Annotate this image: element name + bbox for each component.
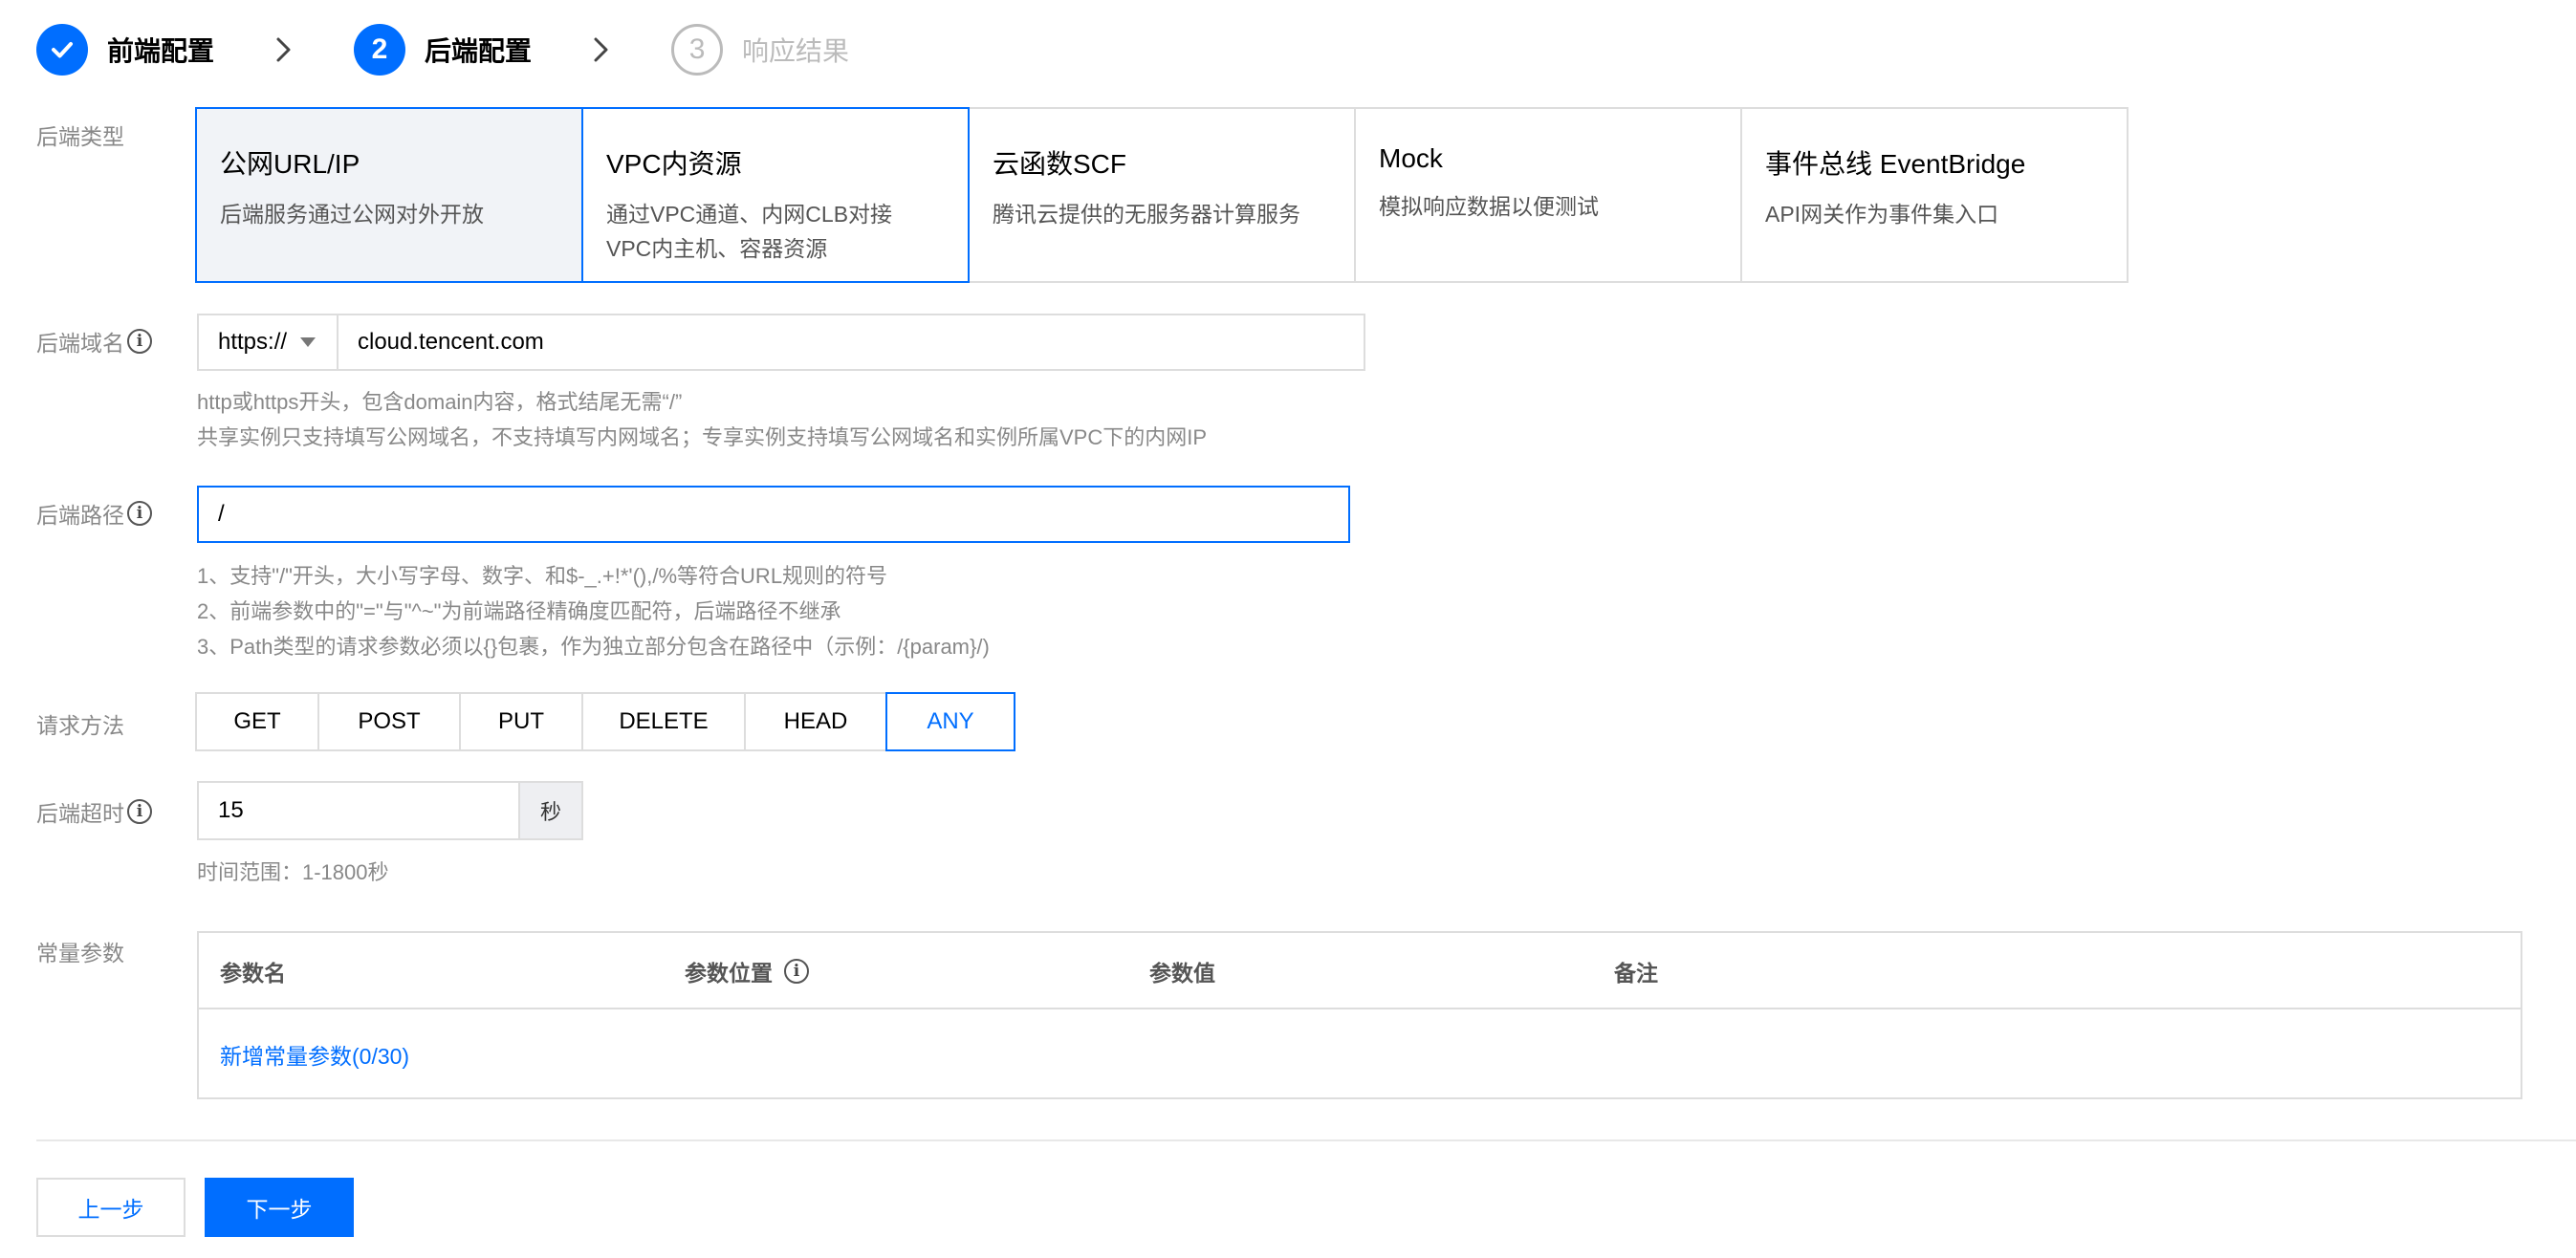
domain-hint-line1: http或https开头，包含domain内容，格式结尾无需“/” — [197, 390, 683, 414]
backend-type-label-text: 后端类型 — [36, 124, 124, 149]
backend-type-label: 后端类型 — [36, 119, 124, 151]
backend-path-label: 后端路径 i — [36, 497, 152, 530]
step-backend-config: 2 后端配置 — [354, 24, 532, 76]
method-put-button[interactable]: PUT — [459, 692, 583, 751]
timeout-input[interactable] — [197, 781, 520, 840]
path-input[interactable] — [197, 486, 1350, 543]
domain-hint: http或https开头，包含domain内容，格式结尾无需“/” 共享实例只支… — [197, 384, 1207, 455]
option-desc: 通过VPC通道、内网CLB对接 VPC内主机、容器资源 — [606, 202, 893, 261]
next-step-button[interactable]: 下一步 — [205, 1178, 354, 1237]
backend-type-option-eventbridge[interactable]: 事件总线 EventBridge API网关作为事件集入口 — [1740, 107, 2128, 283]
method-get-button[interactable]: GET — [195, 692, 319, 751]
domain-input[interactable] — [338, 315, 1364, 369]
column-header-position-text: 参数位置 — [685, 961, 773, 986]
backend-type-option-scf[interactable]: 云函数SCF 腾讯云提供的无服务器计算服务 — [968, 107, 1356, 283]
timeout-unit: 秒 — [520, 781, 583, 840]
stepper: 前端配置 2 后端配置 3 响应结果 — [36, 23, 849, 76]
step-number: 3 — [671, 24, 724, 76]
option-title: 事件总线 EventBridge — [1765, 149, 2026, 179]
option-desc: 模拟响应数据以便测试 — [1379, 194, 1599, 219]
info-icon[interactable]: i — [127, 501, 152, 526]
backend-domain-label: 后端域名 i — [36, 325, 152, 358]
protocol-select[interactable]: https:// — [199, 315, 338, 369]
check-icon — [36, 24, 88, 76]
method-any-button[interactable]: ANY — [885, 692, 1015, 751]
path-hint-line2: 2、前端参数中的"="与"^~"为前端路径精确度匹配符，后端路径不继承 — [197, 599, 841, 623]
timeout-hint: 时间范围：1-1800秒 — [197, 860, 389, 884]
column-header-name: 参数名 — [220, 961, 286, 986]
timeout-field: 秒 — [197, 781, 583, 840]
backend-timeout-label: 后端超时 i — [36, 795, 152, 828]
info-icon[interactable]: i — [127, 799, 152, 824]
option-title: 公网URL/IP — [220, 149, 360, 179]
path-hint-line3: 3、Path类型的请求参数必须以{}包裹，作为独立部分包含在路径中（示例：/{p… — [197, 635, 990, 659]
backend-type-options: 公网URL/IP 后端服务通过公网对外开放 VPC内资源 通过VPC通道、内网C… — [195, 107, 2128, 283]
caret-down-icon — [300, 337, 317, 347]
domain-hint-line2: 共享实例只支持填写公网域名，不支持填写内网域名；专享实例支持填写公网域名和实例所… — [197, 425, 1208, 449]
step-label: 后端配置 — [425, 36, 533, 66]
chevron-right-icon — [251, 35, 317, 64]
method-selector: GET POST PUT DELETE HEAD ANY — [195, 692, 1015, 751]
info-icon[interactable]: i — [784, 959, 809, 984]
backend-type-option-mock[interactable]: Mock 模拟响应数据以便测试 — [1354, 107, 1742, 283]
method-post-button[interactable]: POST — [317, 692, 461, 751]
backend-type-option-vpc[interactable]: VPC内资源 通过VPC通道、内网CLB对接 VPC内主机、容器资源 — [581, 107, 970, 283]
step-number: 2 — [354, 24, 406, 76]
step-label: 响应结果 — [742, 36, 850, 66]
step-response-result: 3 响应结果 — [671, 24, 849, 76]
backend-path-label-text: 后端路径 — [36, 503, 124, 528]
option-title: Mock — [1379, 143, 1443, 173]
constant-params-table: 参数名 参数位置 i 参数值 备注 新增常量参数(0/30) — [197, 931, 2522, 1099]
column-header-remark: 备注 — [1614, 961, 1658, 986]
step-frontend-config: 前端配置 — [36, 24, 214, 76]
option-desc: 后端服务通过公网对外开放 — [220, 202, 484, 227]
request-method-label-text: 请求方法 — [36, 713, 124, 738]
constant-params-label: 常量参数 — [36, 935, 124, 967]
backend-domain-field: https:// — [197, 314, 1365, 371]
footer-divider — [36, 1139, 2576, 1141]
method-head-button[interactable]: HEAD — [744, 692, 887, 751]
protocol-value: https:// — [218, 329, 288, 355]
backend-type-option-public-url[interactable]: 公网URL/IP 后端服务通过公网对外开放 — [195, 107, 583, 283]
method-delete-button[interactable]: DELETE — [581, 692, 746, 751]
option-title: 云函数SCF — [993, 149, 1127, 179]
info-icon[interactable]: i — [127, 329, 152, 354]
option-title: VPC内资源 — [606, 149, 742, 179]
table-header: 参数名 参数位置 i 参数值 备注 — [199, 933, 2521, 1009]
prev-step-button[interactable]: 上一步 — [36, 1178, 186, 1237]
request-method-label: 请求方法 — [36, 707, 124, 740]
path-hint: 1、支持"/"开头，大小写字母、数字、和$-_.+!*'(),/%等符合URL规… — [197, 558, 990, 664]
option-desc: API网关作为事件集入口 — [1765, 202, 1999, 227]
backend-timeout-label-text: 后端超时 — [36, 801, 124, 826]
step-label: 前端配置 — [107, 36, 215, 66]
add-constant-param-link[interactable]: 新增常量参数(0/30) — [220, 1038, 409, 1071]
column-header-position: 参数位置 i — [685, 933, 809, 1009]
backend-domain-label-text: 后端域名 — [36, 331, 124, 356]
column-header-value: 参数值 — [1149, 961, 1215, 986]
option-desc: 腾讯云提供的无服务器计算服务 — [993, 202, 1300, 227]
constant-params-label-text: 常量参数 — [36, 941, 124, 965]
path-hint-line1: 1、支持"/"开头，大小写字母、数字、和$-_.+!*'(),/%等符合URL规… — [197, 564, 888, 588]
chevron-right-icon — [568, 35, 635, 64]
